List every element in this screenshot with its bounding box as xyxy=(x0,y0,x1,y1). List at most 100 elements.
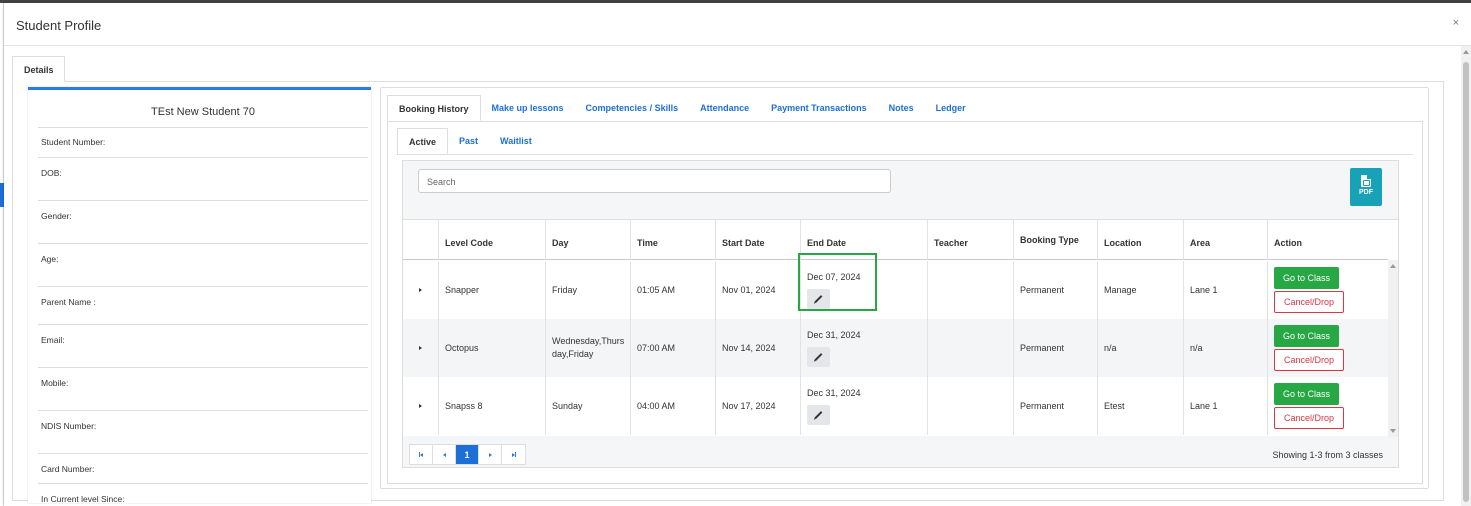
cell-time: 07:00 AM xyxy=(630,319,715,377)
cell-day: Friday xyxy=(545,261,630,319)
pdf-export-button[interactable]: PDF xyxy=(1350,168,1382,206)
cell-teacher xyxy=(927,377,1013,435)
go-to-class-button[interactable]: Go to Class xyxy=(1274,325,1339,347)
edit-end-date-button[interactable] xyxy=(807,289,830,309)
cell-start-date: Nov 01, 2024 xyxy=(715,261,800,319)
cell-level-code: Snapss 8 xyxy=(438,377,545,435)
tab-competencies-skills[interactable]: Competencies / Skills xyxy=(575,95,690,121)
student-info-card: TEst New Student 70 Student Number: DOB:… xyxy=(28,87,371,504)
modal-header: Student Profile × xyxy=(4,3,1471,46)
cell-booking-type: Permanent xyxy=(1013,377,1097,435)
header-area[interactable]: Area xyxy=(1183,220,1267,260)
row-expand[interactable] xyxy=(403,261,438,319)
caret-right-icon[interactable] xyxy=(419,346,422,350)
cell-end-date: Dec 31, 2024 xyxy=(800,377,927,435)
tab-details[interactable]: Details xyxy=(12,56,65,82)
tab-booking-history[interactable]: Booking History xyxy=(387,95,481,121)
header-day[interactable]: Day xyxy=(545,220,630,260)
tab-attendance[interactable]: Attendance xyxy=(689,95,760,121)
modal-scrollbar[interactable] xyxy=(1461,46,1471,506)
scroll-down-icon[interactable] xyxy=(1390,429,1396,433)
row-expand[interactable] xyxy=(403,377,438,435)
header-teacher[interactable]: Teacher xyxy=(927,220,1013,260)
prev-page-button[interactable] xyxy=(433,445,456,464)
search-input[interactable]: Search xyxy=(418,169,891,193)
pdf-label: PDF xyxy=(1359,189,1373,196)
table-row: Octopus Wednesday,Thursday,Friday 07:00 … xyxy=(403,319,1388,377)
pencil-icon xyxy=(814,353,823,361)
cancel-drop-button[interactable]: Cancel/Drop xyxy=(1274,349,1344,371)
cell-end-date: Dec 07, 2024 xyxy=(800,261,927,319)
pencil-icon xyxy=(814,411,823,419)
row-expand[interactable] xyxy=(403,319,438,377)
header-action: Action xyxy=(1267,220,1388,260)
scroll-up-icon[interactable] xyxy=(1463,50,1469,54)
sub-tab-divider xyxy=(397,154,1413,155)
tab-active[interactable]: Active xyxy=(397,128,449,154)
table-row: Snapss 8 Sunday 04:00 AM Nov 17, 2024 De… xyxy=(403,377,1388,435)
main-tabs: Booking History Make up lessons Competen… xyxy=(387,95,977,121)
tab-past[interactable]: Past xyxy=(448,128,489,154)
modal-title: Student Profile xyxy=(16,18,102,33)
next-page-button[interactable] xyxy=(479,445,502,464)
cell-booking-type: Permanent xyxy=(1013,319,1097,377)
header-booking-type[interactable]: Booking Type xyxy=(1013,220,1097,260)
pdf-icon xyxy=(1361,175,1371,187)
tab-make-up-lessons[interactable]: Make up lessons xyxy=(481,95,575,121)
cell-location: Etest xyxy=(1097,377,1183,435)
tab-ledger[interactable]: Ledger xyxy=(925,95,977,121)
end-date-value: Dec 31, 2024 xyxy=(807,388,861,398)
cell-area: n/a xyxy=(1183,319,1267,377)
cell-location: Manage xyxy=(1097,261,1183,319)
last-page-button[interactable] xyxy=(502,445,525,464)
cell-area: Lane 1 xyxy=(1183,377,1267,435)
field-email: Email: xyxy=(38,325,368,368)
cancel-drop-button[interactable]: Cancel/Drop xyxy=(1274,407,1344,429)
go-to-class-button[interactable]: Go to Class xyxy=(1274,267,1339,289)
tab-notes[interactable]: Notes xyxy=(878,95,925,121)
page-1-button[interactable]: 1 xyxy=(456,445,479,464)
scroll-up-icon[interactable] xyxy=(1390,264,1396,268)
scroll-thumb[interactable] xyxy=(1463,62,1469,502)
header-start-date[interactable]: Start Date xyxy=(715,220,800,260)
cell-day: Wednesday,Thursday,Friday xyxy=(545,319,630,377)
sub-tabs: Active Past Waitlist xyxy=(397,128,543,154)
cell-end-date: Dec 31, 2024 xyxy=(800,319,927,377)
pagination: 1 xyxy=(409,444,526,465)
cancel-drop-button[interactable]: Cancel/Drop xyxy=(1274,291,1344,313)
tab-waitlist[interactable]: Waitlist xyxy=(489,128,543,154)
prev-page-icon xyxy=(442,452,446,457)
cell-action: Go to Class Cancel/Drop xyxy=(1267,319,1388,377)
field-gender: Gender: xyxy=(38,201,368,244)
table-row: Snapper Friday 01:05 AM Nov 01, 2024 Dec… xyxy=(403,253,1388,319)
cell-time: 04:00 AM xyxy=(630,377,715,435)
caret-right-icon[interactable] xyxy=(419,404,422,408)
cell-action: Go to Class Cancel/Drop xyxy=(1267,261,1388,319)
cell-action: Go to Class Cancel/Drop xyxy=(1267,377,1388,435)
pencil-icon xyxy=(814,295,823,303)
edit-end-date-button[interactable] xyxy=(807,347,830,367)
field-student-number: Student Number: xyxy=(38,128,368,158)
first-page-arrow-icon xyxy=(420,452,423,457)
cell-location: n/a xyxy=(1097,319,1183,377)
bookings-grid: Search PDF Level Code Day Time Start Dat… xyxy=(402,160,1399,468)
go-to-class-button[interactable]: Go to Class xyxy=(1274,383,1339,405)
cell-teacher xyxy=(927,319,1013,377)
tab-payment-transactions[interactable]: Payment Transactions xyxy=(760,95,878,121)
edit-end-date-button[interactable] xyxy=(807,405,830,425)
table-scrollbar[interactable] xyxy=(1388,260,1398,437)
close-icon[interactable]: × xyxy=(1453,17,1459,29)
cell-teacher xyxy=(927,261,1013,319)
header-level-code[interactable]: Level Code xyxy=(438,220,545,260)
header-time[interactable]: Time xyxy=(630,220,715,260)
field-mobile: Mobile: xyxy=(38,368,368,411)
last-page-icon xyxy=(514,452,516,457)
header-location[interactable]: Location xyxy=(1097,220,1183,260)
caret-right-icon[interactable] xyxy=(419,288,422,292)
first-page-button[interactable] xyxy=(410,445,433,464)
header-end-date[interactable]: End Date xyxy=(800,220,927,260)
cell-start-date: Nov 17, 2024 xyxy=(715,377,800,435)
field-current-level-since: In Current level Since: xyxy=(41,494,125,504)
table-header: Level Code Day Time Start Date End Date … xyxy=(403,220,1388,260)
bookings-card: Booking History Make up lessons Competen… xyxy=(380,87,1429,489)
